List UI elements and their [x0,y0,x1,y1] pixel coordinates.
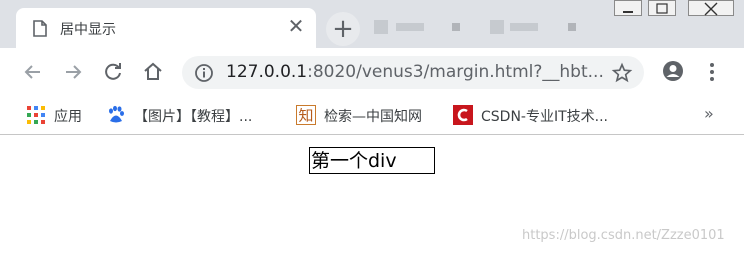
svg-text:知: 知 [298,107,313,125]
restore-icon [656,3,668,14]
reload-icon[interactable] [101,60,125,84]
page-icon [33,20,47,37]
toolbar: 127.0.0.1:8020/venus3/margin.html?__hbt.… [0,48,744,96]
background-tab-icons [374,20,576,34]
background-tabs [372,12,602,42]
profile-avatar-icon[interactable] [662,60,684,82]
bookmark-csdn[interactable]: CSDN-专业IT技术... [453,105,625,125]
url-text[interactable]: 127.0.0.1:8020/venus3/margin.html?__hbt.… [226,62,604,82]
apps-grid-icon [27,106,45,124]
bookmarks-bar: 应用 【图片】【教程】... 知 检索—中国知网 CSDN-专业IT技术... [0,96,744,135]
baidu-paw-icon [109,105,124,123]
back-arrow-icon[interactable] [21,60,45,84]
bookmark-label: 【图片】【教程】... [134,109,253,125]
address-bar[interactable]: 127.0.0.1:8020/venus3/margin.html?__hbt.… [182,56,644,89]
tab-title: 居中显示 [60,22,116,38]
home-icon[interactable] [141,60,165,84]
tab-strip: 居中显示 ✕ + [0,0,744,48]
centered-div: 第一个div [309,147,435,174]
minimize-button[interactable] [614,0,642,16]
url-host: 127.0.0.1 [226,62,308,82]
more-menu-icon[interactable] [702,60,722,84]
bookmark-cnki[interactable]: 知 检索—中国知网 [296,105,442,125]
bookmark-label: 检索—中国知网 [324,109,422,125]
watermark: https://blog.csdn.net/Zzze0101 [522,228,725,243]
tab-active[interactable]: 居中显示 ✕ [16,8,316,48]
maximize-button[interactable] [648,0,676,16]
csdn-c-icon [453,105,473,125]
minimize-icon [623,11,633,13]
info-icon[interactable] [194,63,214,83]
cnki-zhi-icon: 知 [296,105,316,125]
close-icon [704,2,718,16]
bookmark-label: CSDN-专业IT技术... [481,109,608,125]
window-controls [612,0,744,18]
new-tab-button[interactable]: + [326,12,360,46]
url-path: :8020/venus3/margin.html?__hbt... [307,62,604,82]
forward-arrow-icon[interactable] [61,60,85,84]
bookmarks-overflow-button[interactable]: » [704,104,714,123]
close-window-button[interactable] [688,0,734,16]
bookmark-star-icon[interactable] [611,62,633,84]
bookmark-baidu-images[interactable]: 【图片】【教程】... [106,105,286,125]
bookmark-label: 应用 [54,109,82,125]
bookmark-apps[interactable]: 应用 [26,105,96,125]
tab-close-icon[interactable]: ✕ [284,14,308,38]
